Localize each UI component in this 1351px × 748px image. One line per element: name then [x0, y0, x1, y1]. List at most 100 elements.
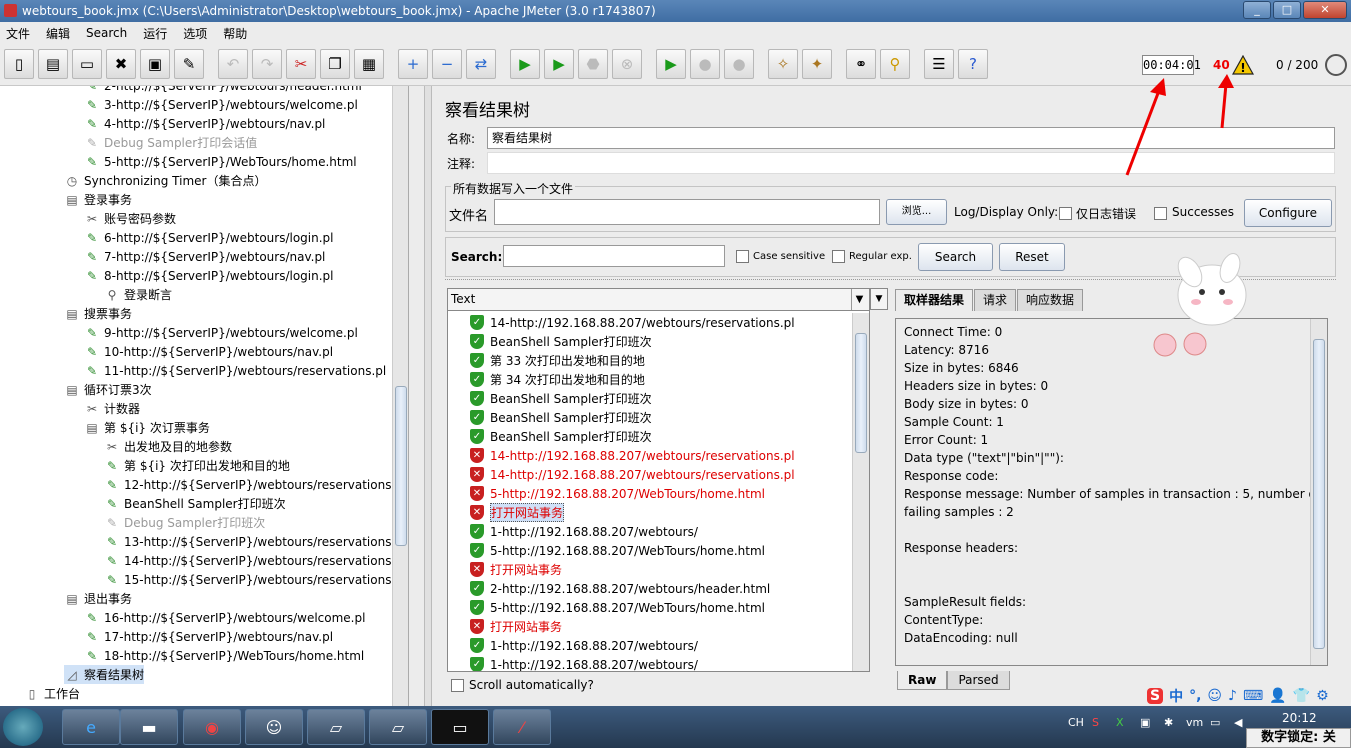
result-row[interactable]: ✕ 5-http://192.168.88.207/WebTours/home.h… [470, 484, 765, 503]
tree-node[interactable]: ✎ 2-http://${ServerIP}/webtours/header.ht… [84, 86, 362, 95]
expand-all-icon[interactable]: + [398, 49, 428, 79]
undo-icon[interactable]: ↶ [218, 49, 248, 79]
clear-icon[interactable]: ✧ [768, 49, 798, 79]
function-helper-icon[interactable]: ☰ [924, 49, 954, 79]
collapse-all-icon[interactable]: − [432, 49, 462, 79]
shutdown-icon[interactable]: ⊗ [612, 49, 642, 79]
lang-indicator[interactable]: CH [1068, 716, 1084, 729]
explorer-taskbar-icon[interactable]: ▬ [120, 709, 178, 745]
renderer-dropdown-arrow-icon[interactable]: ▼ [870, 288, 888, 310]
copy-icon[interactable]: ❐ [320, 49, 350, 79]
tray-app-icon[interactable]: X [1116, 716, 1124, 729]
tab-response-data[interactable]: 响应数据 [1017, 289, 1084, 311]
close-button[interactable]: ✕ [1303, 1, 1347, 19]
result-row[interactable]: ✕ 打开网站事务 [470, 617, 562, 636]
result-row[interactable]: ✓ BeanShell Sampler打印班次 [470, 427, 652, 446]
sogou-icon[interactable]: S [1147, 688, 1164, 704]
tree-node[interactable]: ⚲ 登录断言 [104, 285, 172, 304]
clock[interactable]: 20:12 [1282, 711, 1317, 725]
notepad-taskbar-icon[interactable]: ▱ [307, 709, 365, 745]
reset-search-icon[interactable]: ⚲ [880, 49, 910, 79]
bluetooth-tray-icon[interactable]: ✱ [1164, 716, 1173, 729]
successes-checkbox[interactable] [1154, 207, 1167, 220]
tree-node[interactable]: ✎ 4-http://${ServerIP}/webtours/nav.pl [84, 114, 325, 133]
result-row[interactable]: ✓ BeanShell Sampler打印班次 [470, 408, 652, 427]
test-plan-tree[interactable]: ✎ 2-http://${ServerIP}/webtours/header.ht… [0, 86, 409, 706]
ime-emoji-icon[interactable]: ☺ [1207, 688, 1222, 704]
errors-only-checkbox[interactable] [1059, 207, 1072, 220]
tree-node[interactable]: ◿ 察看结果树 [64, 665, 145, 684]
tab-raw[interactable]: Raw [897, 671, 948, 690]
tree-node[interactable]: ✂ 出发地及目的地参数 [104, 437, 232, 456]
results-scrollbar[interactable] [852, 313, 869, 671]
tree-node[interactable]: ✎ 10-http://${ServerIP}/webtours/nav.pl [84, 342, 333, 361]
tree-node[interactable]: ▤ 第 ${i} 次订票事务 [84, 418, 210, 437]
detail-scrollbar[interactable] [1310, 319, 1327, 665]
case-sensitive-checkbox[interactable] [736, 250, 749, 263]
tree-node[interactable]: ✎ 第 ${i} 次打印出发地和目的地 [104, 456, 290, 475]
tab-request[interactable]: 请求 [974, 289, 1017, 311]
ime-user-icon[interactable]: 👤 [1269, 688, 1286, 704]
tree-node[interactable]: ◷ Synchronizing Timer（集合点） [64, 171, 267, 190]
tree-node[interactable]: ▤ 搜票事务 [64, 304, 132, 323]
tree-node[interactable]: ▤ 退出事务 [64, 589, 132, 608]
result-row[interactable]: ✓ 第 33 次打印出发地和目的地 [470, 351, 645, 370]
tab-sampler-result[interactable]: 取样器结果 [895, 289, 974, 311]
redo-icon[interactable]: ↷ [252, 49, 282, 79]
chevron-down-icon[interactable]: ▼ [851, 289, 867, 310]
save-as-icon[interactable]: ✎ [174, 49, 204, 79]
tree-node[interactable]: ✎ 6-http://${ServerIP}/webtours/login.pl [84, 228, 334, 247]
cmd-taskbar-icon[interactable]: ▭ [431, 709, 489, 745]
ime-voice-icon[interactable]: ♪ [1228, 688, 1237, 704]
reset-button[interactable]: Reset [999, 243, 1065, 271]
toggle-icon[interactable]: ⇄ [466, 49, 496, 79]
search-button[interactable]: Search [918, 243, 993, 271]
ime-punct-icon[interactable]: °, [1189, 688, 1201, 704]
menu-search[interactable]: Search [86, 26, 127, 40]
result-row[interactable]: ✓ 5-http://192.168.88.207/WebTours/home.h… [470, 541, 765, 560]
result-row[interactable]: ✕ 打开网站事务 [470, 560, 562, 579]
tree-node[interactable]: ✎ 12-http://${ServerIP}/webtours/reservat… [104, 475, 406, 494]
tree-node[interactable]: ✂ 账号密码参数 [84, 209, 176, 228]
result-row[interactable]: ✓ 2-http://192.168.88.207/webtours/header… [470, 579, 770, 598]
result-row[interactable]: ✓ 1-http://192.168.88.207/webtours/ [470, 636, 698, 655]
result-row[interactable]: ✕ 打开网站事务 [470, 503, 565, 522]
ime-skin-icon[interactable]: 👕 [1293, 688, 1310, 704]
save-icon[interactable]: ▣ [140, 49, 170, 79]
scroll-auto-checkbox[interactable] [451, 679, 464, 692]
new-icon[interactable]: ▯ [4, 49, 34, 79]
tree-node[interactable]: ✂ 计数器 [84, 399, 140, 418]
tree-scrollbar[interactable] [392, 86, 408, 706]
tree-node[interactable]: ✎ Debug Sampler打印班次 [104, 513, 265, 532]
menu-edit[interactable]: 编辑 [46, 25, 70, 42]
comment-field[interactable] [487, 152, 1335, 174]
close-file-icon[interactable]: ✖ [106, 49, 136, 79]
volume-tray-icon[interactable]: ◀ [1234, 716, 1242, 729]
tree-node[interactable]: ✎ 3-http://${ServerIP}/webtours/welcome.p… [84, 95, 358, 114]
tree-node[interactable]: ▤ 登录事务 [64, 190, 132, 209]
tree-node[interactable]: ✎ 9-http://${ServerIP}/webtours/welcome.p… [84, 323, 358, 342]
help-icon[interactable]: ? [958, 49, 988, 79]
cut-icon[interactable]: ✂ [286, 49, 316, 79]
filename-field[interactable] [494, 199, 880, 225]
tree-node[interactable]: ✎ 8-http://${ServerIP}/webtours/login.pl [84, 266, 334, 285]
name-field[interactable]: 察看结果树 [487, 127, 1335, 149]
result-row[interactable]: ✓ BeanShell Sampler打印班次 [470, 332, 652, 351]
search-input[interactable] [503, 245, 725, 267]
result-row[interactable]: ✓ 1-http://192.168.88.207/webtours/ [470, 522, 698, 541]
configure-button[interactable]: Configure [1244, 199, 1332, 227]
tab-parsed[interactable]: Parsed [947, 671, 1010, 690]
results-scroll-thumb[interactable] [855, 333, 867, 453]
tree-node[interactable]: ✎ 15-http://${ServerIP}/webtours/reservat… [104, 570, 406, 589]
maximize-button[interactable]: □ [1273, 1, 1301, 19]
remote-shutdown-icon[interactable]: ● [724, 49, 754, 79]
tree-node[interactable]: ✎ 14-http://${ServerIP}/webtours/reservat… [104, 551, 406, 570]
ime-chinese-mode[interactable]: 中 [1169, 686, 1183, 706]
tree-node[interactable]: ✎ BeanShell Sampler打印班次 [104, 494, 286, 513]
tree-scroll-thumb[interactable] [395, 386, 407, 546]
tree-node[interactable]: ✎ 13-http://${ServerIP}/webtours/reservat… [104, 532, 406, 551]
start-button[interactable] [3, 708, 43, 746]
minimize-button[interactable]: _ [1243, 1, 1271, 19]
browse-button[interactable]: 浏览... [886, 199, 947, 225]
search-binoculars-icon[interactable]: ⚭ [846, 49, 876, 79]
